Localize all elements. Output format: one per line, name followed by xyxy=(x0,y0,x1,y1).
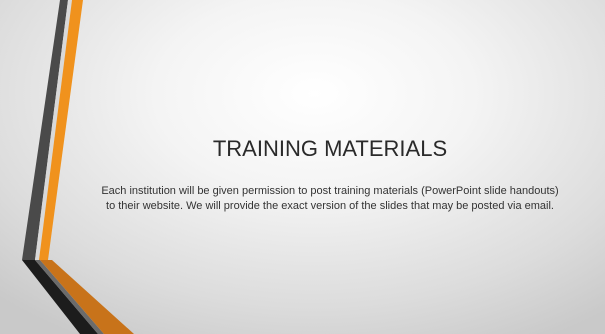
slide-body-text: Each institution will be given permissio… xyxy=(101,185,559,212)
grey-diagonal xyxy=(35,260,104,334)
slide-title: TRAINING MATERIALS xyxy=(212,136,448,161)
slide: TRAINING MATERIALS Each institution will… xyxy=(0,0,605,334)
light-stripe xyxy=(35,0,72,260)
slide-decoration xyxy=(22,0,134,334)
